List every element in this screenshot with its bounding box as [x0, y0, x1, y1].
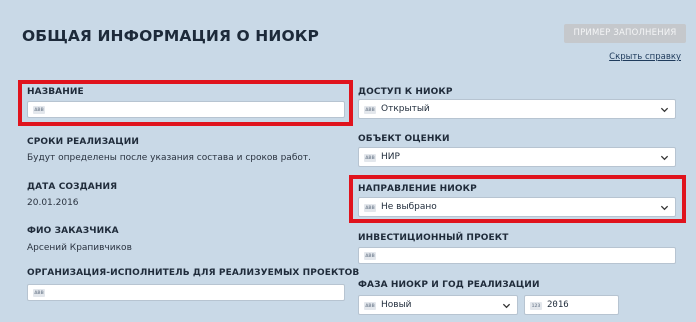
chevron-down-icon [502, 303, 511, 309]
highlight-direction [349, 175, 686, 223]
hide-help-link[interactable]: Скрыть справку [609, 52, 681, 62]
invest-label: ИНВЕСТИЦИОННЫЙ ПРОЕКТ [358, 233, 509, 243]
page-title: ОБЩАЯ ИНФОРМАЦИЯ О НИОКР [22, 27, 319, 45]
abc-text-icon: ABB [364, 106, 376, 114]
customer-label: ФИО ЗАКАЗЧИКА [27, 226, 119, 236]
access-select[interactable]: ABB Открытый [358, 99, 676, 119]
highlight-name [18, 80, 353, 126]
object-value: НИР [381, 152, 400, 162]
access-value: Открытый [381, 104, 430, 114]
phase-label: ФАЗА НИОКР И ГОД РЕАЛИЗАЦИИ [358, 280, 540, 290]
year-value: 2016 [547, 300, 569, 310]
object-select[interactable]: ABB НИР [358, 147, 676, 167]
org-label: ОРГАНИЗАЦИЯ-ИСПОЛНИТЕЛЬ ДЛЯ РЕАЛИЗУЕМЫХ … [27, 268, 360, 278]
created-label: ДАТА СОЗДАНИЯ [27, 182, 118, 192]
customer-value: Арсений Крапивчиков [27, 243, 132, 253]
invest-input[interactable]: ABB [358, 247, 676, 264]
form-panel: ОБЩАЯ ИНФОРМАЦИЯ О НИОКР ПРИМЕР ЗАПОЛНЕН… [0, 0, 696, 322]
org-input[interactable]: ABB [27, 284, 345, 301]
object-label: ОБЪЕКТ ОЦЕНКИ [358, 134, 450, 144]
123-number-icon: 123 [530, 302, 542, 310]
created-value: 20.01.2016 [27, 198, 79, 208]
phase-select[interactable]: ABB Новый [358, 295, 518, 315]
abc-text-icon: ABB [364, 154, 376, 162]
chevron-down-icon [660, 155, 669, 161]
abc-text-icon: ABB [364, 252, 376, 260]
example-button[interactable]: ПРИМЕР ЗАПОЛНЕНИЯ [564, 24, 686, 43]
year-input[interactable]: 123 2016 [524, 295, 619, 315]
chevron-down-icon [660, 107, 669, 113]
access-label: ДОСТУП К НИОКР [358, 87, 453, 97]
phase-value: Новый [381, 300, 412, 310]
terms-label: СРОКИ РЕАЛИЗАЦИИ [27, 137, 139, 147]
abc-text-icon: ABB [33, 289, 45, 297]
abc-text-icon: ABB [364, 302, 376, 310]
terms-text: Будут определены после указания состава … [27, 153, 311, 163]
